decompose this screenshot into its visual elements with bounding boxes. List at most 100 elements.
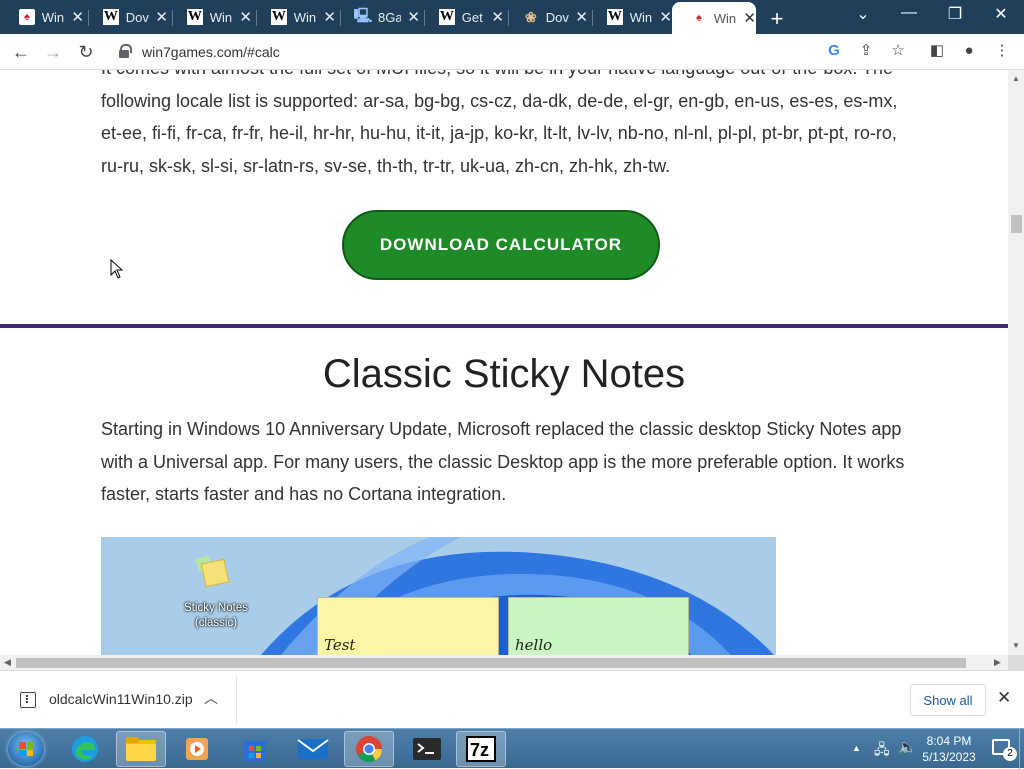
shell-icon: ❀ bbox=[525, 8, 537, 25]
restore-button[interactable]: ❐ bbox=[940, 4, 970, 24]
svg-text:7z: 7z bbox=[470, 740, 489, 760]
media-player-icon[interactable] bbox=[172, 731, 222, 767]
locale-paragraph: It comes with almost the full set of MUI… bbox=[101, 70, 898, 176]
bookmark-star-icon[interactable]: ☆ bbox=[887, 40, 909, 62]
browser-tab-active[interactable]: ♠ Win ✕ bbox=[672, 2, 756, 34]
scroll-up-arrow-icon[interactable]: ▲ bbox=[1012, 74, 1020, 83]
new-tab-button[interactable]: + bbox=[766, 6, 788, 32]
forward-button[interactable]: → bbox=[42, 41, 64, 63]
tab-title: Get bbox=[461, 9, 483, 25]
scrollbar-corner bbox=[1008, 655, 1024, 670]
download-shelf: oldcalcWin11Win10.zip ︿ Show all ✕ bbox=[0, 670, 1024, 728]
google-icon[interactable]: G bbox=[823, 40, 845, 62]
wikipedia-w-icon: W bbox=[439, 9, 455, 25]
browser-tab[interactable]: ♠ Win ✕ bbox=[0, 2, 84, 32]
vertical-scrollbar[interactable]: ▲ ▼ bbox=[1008, 70, 1024, 656]
scroll-right-arrow-icon[interactable]: ▶ bbox=[994, 657, 1001, 668]
chrome-icon[interactable] bbox=[344, 731, 394, 767]
tab-title: Win bbox=[209, 9, 233, 25]
browser-tab[interactable]: ❀ Dov ✕ bbox=[504, 2, 588, 32]
close-icon[interactable]: ✕ bbox=[71, 8, 84, 26]
start-button[interactable] bbox=[8, 732, 44, 766]
close-icon[interactable]: ✕ bbox=[575, 8, 588, 26]
close-window-button[interactable]: ✕ bbox=[986, 4, 1016, 24]
scroll-thumb[interactable] bbox=[16, 658, 966, 668]
show-all-button[interactable]: Show all bbox=[910, 684, 986, 716]
browser-tab[interactable]: W Win ✕ bbox=[252, 2, 336, 32]
tab-title: Dov bbox=[125, 9, 149, 25]
sticky-note-yellow: Test bbox=[317, 597, 499, 656]
zip-file-icon[interactable] bbox=[20, 692, 36, 708]
sticky-notes-desktop-icon bbox=[195, 555, 230, 588]
menu-kebab-icon[interactable]: ⋮ bbox=[991, 40, 1013, 62]
lock-icon[interactable] bbox=[119, 44, 132, 58]
mouse-cursor-icon bbox=[110, 259, 124, 279]
browser-toolbar: ← → ↻ win7games.com/#calc G ⇪ ☆ ◧ ● ⋮ bbox=[0, 34, 1024, 70]
show-hidden-icons-icon[interactable]: ▲ bbox=[852, 743, 861, 753]
close-icon[interactable]: ✕ bbox=[491, 8, 504, 26]
back-button[interactable]: ← bbox=[10, 41, 32, 63]
scroll-left-arrow-icon[interactable]: ◀ bbox=[4, 657, 11, 668]
clock-date: 5/13/2023 bbox=[922, 750, 976, 764]
close-icon[interactable]: ✕ bbox=[239, 8, 252, 26]
tab-title: 8Ga bbox=[378, 9, 402, 25]
close-icon[interactable]: ✕ bbox=[323, 8, 336, 26]
explorer-icon[interactable] bbox=[116, 731, 166, 767]
edge-icon[interactable] bbox=[60, 731, 110, 767]
download-filename[interactable]: oldcalcWin11Win10.zip bbox=[49, 691, 193, 707]
url-text[interactable]: win7games.com/#calc bbox=[142, 44, 280, 60]
note-text: Test bbox=[324, 636, 356, 654]
red-app-icon: ♠ bbox=[19, 9, 35, 25]
tab-title: Win bbox=[293, 9, 317, 25]
7zip-icon[interactable]: 7z bbox=[456, 731, 506, 767]
profile-icon[interactable]: ● bbox=[958, 40, 980, 62]
minimize-button[interactable]: — bbox=[894, 4, 924, 22]
browser-tab[interactable]: W Win ✕ bbox=[168, 2, 252, 32]
tab-title: Dov bbox=[545, 9, 569, 25]
browser-tab[interactable]: W Get ✕ bbox=[420, 2, 504, 32]
taskbar: 7z ▲ 🖧 🔈 8:04 PM 5/13/2023 2 bbox=[0, 728, 1024, 769]
tab-strip: ♠ Win ✕ W Dov ✕ W Win ✕ W Win ✕ 🖳 8Ga ✕ … bbox=[0, 0, 1024, 34]
close-icon[interactable]: ✕ bbox=[407, 8, 420, 26]
share-icon[interactable]: ⇪ bbox=[855, 40, 877, 62]
side-panel-icon[interactable]: ◧ bbox=[926, 40, 948, 62]
wikipedia-w-icon: W bbox=[187, 9, 203, 25]
windows-logo-icon bbox=[19, 742, 33, 756]
mail-icon[interactable] bbox=[288, 731, 338, 767]
section-divider bbox=[0, 324, 1008, 328]
note-text: hello bbox=[515, 636, 553, 654]
terminal-icon[interactable] bbox=[402, 731, 452, 767]
wikipedia-w-icon: W bbox=[607, 9, 623, 25]
section-paragraph: Starting in Windows 10 Anniversary Updat… bbox=[101, 419, 905, 504]
computer-icon: 🖳 bbox=[353, 7, 373, 23]
download-calculator-button[interactable]: DOWNLOAD CALCULATOR bbox=[342, 210, 660, 280]
volume-icon[interactable]: 🔈 bbox=[898, 738, 917, 756]
horizontal-scrollbar[interactable]: ◀ ▶ bbox=[0, 655, 1008, 670]
sticky-notes-screenshot: Sticky Notes (classic) Test hello bbox=[101, 537, 776, 656]
network-icon[interactable]: 🖧 bbox=[874, 739, 890, 763]
wikipedia-w-icon: W bbox=[271, 9, 287, 25]
chevron-up-icon[interactable]: ︿ bbox=[204, 688, 218, 708]
desktop-icon-label: Sticky Notes (classic) bbox=[184, 602, 248, 629]
close-icon[interactable]: ✕ bbox=[659, 8, 672, 26]
browser-tab[interactable]: 🖳 8Ga ✕ bbox=[336, 2, 420, 32]
browser-tab[interactable]: W Dov ✕ bbox=[84, 2, 168, 32]
reload-button[interactable]: ↻ bbox=[75, 41, 97, 63]
tab-search-icon[interactable]: ⌄ bbox=[848, 4, 878, 24]
close-shelf-icon[interactable]: ✕ bbox=[997, 688, 1011, 708]
section-title: Classic Sticky Notes bbox=[322, 352, 686, 396]
address-bar[interactable]: win7games.com/#calc bbox=[105, 39, 919, 65]
close-icon[interactable]: ✕ bbox=[743, 9, 756, 27]
close-icon[interactable]: ✕ bbox=[155, 8, 168, 26]
tab-title: Win bbox=[629, 9, 653, 25]
clock[interactable]: 8:04 PM 5/13/2023 bbox=[920, 733, 978, 765]
tab-title: Win bbox=[713, 10, 737, 26]
show-desktop-button[interactable] bbox=[1019, 729, 1024, 769]
tab-title: Win bbox=[41, 9, 65, 25]
scroll-thumb[interactable] bbox=[1011, 215, 1022, 233]
store-icon[interactable] bbox=[230, 731, 280, 767]
notification-count: 2 bbox=[1003, 747, 1017, 761]
scroll-down-arrow-icon[interactable]: ▼ bbox=[1012, 641, 1020, 650]
sticky-note-green: hello bbox=[508, 597, 689, 656]
browser-tab[interactable]: W Win ✕ bbox=[588, 2, 672, 32]
